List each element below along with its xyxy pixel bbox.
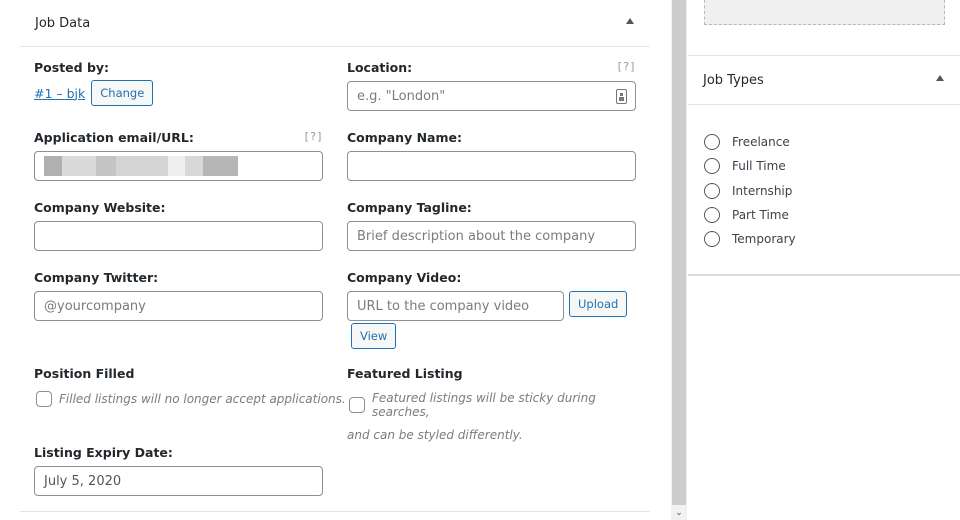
job-types-list: Freelance Full Time Internship Part Time… (704, 130, 796, 251)
job-type-label: Freelance (732, 135, 790, 150)
upload-video-button[interactable]: Upload (569, 291, 628, 317)
application-label: Application email/URL: [?] (34, 130, 323, 145)
contact-card-icon[interactable] (616, 89, 627, 104)
redacted-value (44, 156, 238, 176)
position-filled-label-text: Position Filled (34, 366, 135, 381)
company-twitter-placeholder: @yourcompany (44, 298, 146, 314)
application-label-text: Application email/URL: (34, 130, 194, 145)
expiry-date-label: Listing Expiry Date: (34, 445, 323, 460)
sortable-placeholder (704, 0, 945, 25)
company-name-label: Company Name: (347, 130, 636, 145)
posted-by-field: Posted by: #1 – bjk Change (34, 60, 323, 106)
position-filled-description: Filled listings will no longer accept ap… (59, 392, 346, 406)
company-twitter-label: Company Twitter: (34, 270, 323, 285)
featured-listing-description-2: and can be styled differently. (347, 428, 523, 442)
position-filled-field: Position Filled Filled listings will no … (34, 366, 346, 407)
application-field: Application email/URL: [?] (34, 130, 323, 181)
job-type-option[interactable]: Temporary (704, 227, 796, 251)
panel-title: Job Data (35, 15, 91, 31)
featured-listing-label: Featured Listing (347, 366, 636, 381)
job-types-title: Job Types (703, 72, 764, 88)
company-twitter-label-text: Company Twitter: (34, 270, 159, 285)
company-name-label-text: Company Name: (347, 130, 462, 145)
featured-listing-field: Featured Listing Featured listings will … (347, 366, 650, 442)
radio-button[interactable] (704, 134, 720, 151)
application-input[interactable] (34, 151, 323, 181)
radio-button[interactable] (704, 158, 720, 175)
location-input[interactable]: e.g. "London" (347, 81, 636, 111)
change-author-button[interactable]: Change (91, 80, 154, 106)
expiry-date-value: July 5, 2020 (44, 473, 122, 489)
job-data-panel: Job Data Posted by: #1 – bjk Change Loca… (20, 0, 650, 520)
job-types-header[interactable]: Job Types (688, 56, 960, 105)
company-tagline-label-text: Company Tagline: (347, 200, 472, 215)
job-type-option[interactable]: Internship (704, 179, 796, 203)
radio-button[interactable] (704, 231, 720, 248)
sidebar: Job Types Freelance Full Time Internship… (688, 0, 960, 520)
panel-bottom-divider (20, 511, 650, 512)
location-placeholder: e.g. "London" (357, 88, 446, 104)
job-types-collapse-arrow-icon[interactable] (936, 75, 944, 81)
posted-by-user-link[interactable]: #1 – bjk (34, 86, 85, 101)
posted-by-label-text: Posted by: (34, 60, 110, 75)
company-video-input[interactable]: URL to the company video (347, 291, 564, 321)
expiry-date-field: Listing Expiry Date: July 5, 2020 (34, 445, 323, 496)
company-name-field: Company Name: (347, 130, 636, 181)
company-video-placeholder: URL to the company video (357, 298, 530, 314)
company-video-field: Company Video: URL to the company video … (347, 270, 636, 349)
collapse-arrow-icon[interactable] (626, 18, 634, 24)
company-website-label-text: Company Website: (34, 200, 166, 215)
job-type-label: Temporary (732, 232, 796, 247)
company-tagline-label: Company Tagline: (347, 200, 636, 215)
company-website-input[interactable] (34, 221, 323, 251)
company-video-label: Company Video: (347, 270, 636, 285)
job-type-label: Full Time (732, 159, 786, 174)
job-type-option[interactable]: Part Time (704, 203, 796, 227)
company-website-field: Company Website: (34, 200, 323, 251)
job-type-label: Part Time (732, 208, 789, 223)
company-video-label-text: Company Video: (347, 270, 462, 285)
company-name-input[interactable] (347, 151, 636, 181)
company-website-label: Company Website: (34, 200, 323, 215)
location-help-tip[interactable]: [?] (616, 60, 636, 75)
position-filled-label: Position Filled (34, 366, 323, 381)
expiry-date-input[interactable]: July 5, 2020 (34, 466, 323, 496)
job-type-option[interactable]: Freelance (704, 130, 796, 154)
company-tagline-field: Company Tagline: Brief description about… (347, 200, 636, 251)
view-video-button[interactable]: View (351, 323, 397, 349)
scrollbar-thumb[interactable] (672, 0, 686, 505)
expiry-date-label-text: Listing Expiry Date: (34, 445, 173, 460)
location-label-text: Location: (347, 60, 413, 75)
job-type-label: Internship (732, 183, 793, 198)
scroll-down-arrow-icon[interactable]: ⌄ (671, 505, 687, 520)
job-data-header[interactable]: Job Data (20, 0, 650, 47)
company-tagline-input[interactable]: Brief description about the company (347, 221, 636, 251)
application-help-tip[interactable]: [?] (303, 130, 323, 145)
company-twitter-field: Company Twitter: @yourcompany (34, 270, 323, 321)
vertical-scrollbar[interactable]: ⌄ (671, 0, 687, 520)
sidebar-bottom-divider (688, 274, 960, 276)
job-type-option[interactable]: Full Time (704, 154, 796, 178)
company-tagline-placeholder: Brief description about the company (357, 228, 596, 244)
featured-listing-description-1: Featured listings will be sticky during … (372, 391, 596, 419)
location-label: Location: [?] (347, 60, 636, 75)
radio-button[interactable] (704, 207, 720, 224)
featured-listing-checkbox[interactable] (349, 397, 365, 413)
posted-by-label: Posted by: (34, 60, 323, 75)
position-filled-checkbox[interactable] (36, 391, 52, 407)
location-field: Location: [?] e.g. "London" (347, 60, 636, 111)
featured-listing-label-text: Featured Listing (347, 366, 463, 381)
company-twitter-input[interactable]: @yourcompany (34, 291, 323, 321)
radio-button[interactable] (704, 182, 720, 199)
